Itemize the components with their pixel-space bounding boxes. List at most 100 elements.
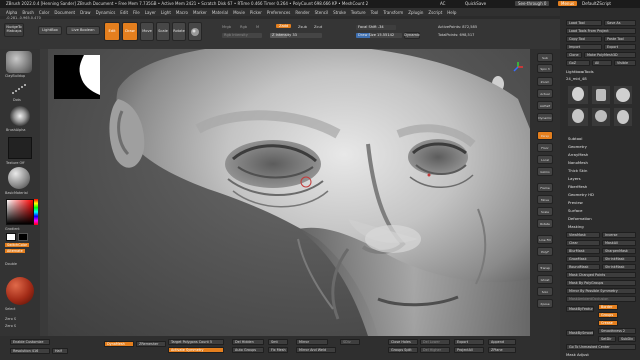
- menu-draw[interactable]: Draw: [80, 10, 90, 15]
- arraymesh-subpalette[interactable]: ArrayMesh: [568, 152, 588, 157]
- scale-button[interactable]: Scale: [156, 22, 170, 41]
- menus-button[interactable]: Menus: [558, 1, 578, 6]
- color-sphere-thumbnail[interactable]: [6, 277, 34, 305]
- strip-transp-button[interactable]: Transp: [537, 263, 553, 272]
- draw-button[interactable]: Draw: [122, 22, 138, 41]
- zremesher-button[interactable]: ZRemesher: [136, 341, 166, 347]
- mirror-symmetry-button[interactable]: Mirror By Possible Symmetry: [566, 288, 636, 294]
- strip-aahalf-button[interactable]: AAHalf: [537, 101, 553, 110]
- menu-edit[interactable]: Edit: [120, 10, 128, 15]
- zsub-toggle[interactable]: Zsub: [298, 25, 307, 29]
- del-lower-button[interactable]: Del Lower: [420, 339, 450, 345]
- see-through-slider[interactable]: See-through 0: [515, 1, 550, 6]
- secondary-color-swatch[interactable]: [18, 233, 28, 241]
- mask-by-polygroups-slider[interactable]: Mask By PolyGroups: [566, 280, 636, 286]
- surface-subpalette[interactable]: Surface: [568, 208, 582, 213]
- texture-thumbnail[interactable]: [8, 137, 32, 159]
- strip-rotate-button[interactable]: Rotate: [537, 219, 553, 228]
- default-script-button[interactable]: DefaultZScript: [582, 1, 611, 6]
- menu-marker[interactable]: Marker: [193, 10, 207, 15]
- menu-help[interactable]: Help: [447, 10, 456, 15]
- geometry-subpalette[interactable]: Geometry: [568, 144, 587, 149]
- clear-mask-button[interactable]: Clear: [566, 240, 600, 246]
- crease-toggle[interactable]: Crease: [598, 320, 618, 326]
- del-higher-button[interactable]: Del Higher: [420, 347, 450, 353]
- half-button[interactable]: Half: [52, 348, 68, 354]
- subdiv-button[interactable]: SubDiv: [618, 336, 636, 342]
- menu-document[interactable]: Document: [54, 10, 75, 15]
- brush-thumbnail[interactable]: [6, 51, 32, 73]
- dynamesh-button[interactable]: DynaMesh: [104, 341, 134, 347]
- make-polymesh-button[interactable]: Make PolyMesh3D: [584, 52, 636, 58]
- mask-ambient-occlusion-button[interactable]: MaskAmbientOcclusion: [566, 296, 636, 302]
- layers-subpalette[interactable]: Layers: [568, 176, 581, 181]
- strip-gizmo-button[interactable]: Gizmo: [537, 167, 553, 176]
- del-hidden-button[interactable]: Del Hidden: [232, 339, 264, 345]
- thickskin-subpalette[interactable]: Thick Skin: [568, 168, 587, 173]
- select-rect-label[interactable]: Select: [5, 307, 15, 311]
- activate-symmetry-button[interactable]: Activate Symmetry: [168, 347, 224, 353]
- strip-scale-button[interactable]: Scale: [537, 207, 553, 216]
- strip-local-button[interactable]: Local: [537, 155, 553, 164]
- z-intensity-slider[interactable]: Z Intensity 33: [270, 33, 322, 38]
- menu-picker[interactable]: Picker: [250, 10, 262, 15]
- lightbox-tools-link[interactable]: Lightbox▸Tools: [566, 69, 594, 74]
- append-button[interactable]: Append: [488, 339, 516, 345]
- move-button[interactable]: Move: [140, 22, 154, 41]
- mrgb-toggle[interactable]: Mrgb: [222, 25, 231, 29]
- menu-brush[interactable]: Brush: [22, 10, 34, 15]
- shrinkmask2-button[interactable]: ShrinkMask: [602, 264, 636, 270]
- copy-tool-button[interactable]: Copy Tool: [566, 36, 602, 42]
- smt-button[interactable]: Smt: [268, 339, 288, 345]
- strip-frame-button[interactable]: Frame: [537, 183, 553, 192]
- material-sphere-icon[interactable]: [188, 22, 202, 41]
- lightbox-button[interactable]: LightBox: [38, 26, 62, 35]
- visible-button[interactable]: Visible: [614, 60, 636, 66]
- mask-changed-points-button[interactable]: Mask Changed Points: [566, 272, 636, 278]
- blurmask-button[interactable]: BlurMask: [566, 248, 600, 254]
- nanomesh-subpalette[interactable]: NanoMesh: [568, 160, 588, 165]
- preview-subpalette[interactable]: Preview: [568, 200, 583, 205]
- stroke-thumbnail[interactable]: [10, 82, 28, 96]
- inverse-button[interactable]: Inverse: [602, 232, 636, 238]
- rgb-intensity-slider[interactable]: Rgb Intensity: [222, 33, 262, 38]
- menu-dynamics[interactable]: Dynamics: [96, 10, 116, 15]
- hue-slider[interactable]: [34, 199, 38, 225]
- canvas-viewport[interactable]: [48, 49, 530, 336]
- menu-color[interactable]: Color: [39, 10, 49, 15]
- go-to-unmasked-center-button[interactable]: Go To Unmasked Center: [566, 344, 636, 350]
- deformation-subpalette[interactable]: Deformation: [568, 216, 592, 221]
- alpha-thumbnail[interactable]: [10, 106, 30, 126]
- sdiv-slider[interactable]: SDiv: [340, 339, 360, 345]
- smoothness-slider[interactable]: Smoothness 2: [598, 328, 636, 334]
- menu-preferences[interactable]: Preferences: [267, 10, 291, 15]
- project-all-button[interactable]: ProjectAll: [454, 347, 484, 353]
- auto-groups-button[interactable]: Auto Groups: [232, 347, 264, 353]
- border-toggle[interactable]: Border: [598, 304, 618, 310]
- nudge-button[interactable]: NudgeTo Matcaps: [4, 23, 24, 37]
- mask-by-feature-button[interactable]: MaskByFeature: [566, 306, 594, 312]
- menu-tool[interactable]: Tool: [371, 10, 379, 15]
- strip-move-button[interactable]: Move: [537, 195, 553, 204]
- fix-mesh-button[interactable]: Fix Mesh: [268, 347, 288, 353]
- menu-texture[interactable]: Texture: [351, 10, 366, 15]
- strip-persp-button[interactable]: Persp: [537, 131, 553, 140]
- shrinkmask-button[interactable]: ShrinkMask: [602, 256, 636, 262]
- focal-shift-slider[interactable]: Focal Shift -34: [356, 25, 396, 30]
- ac-button[interactable]: AC: [440, 1, 445, 6]
- menu-macro[interactable]: Macro: [176, 10, 188, 15]
- import-button[interactable]: Import: [566, 44, 602, 50]
- strip-actual-button[interactable]: Actual: [537, 89, 553, 98]
- menu-light[interactable]: Light: [161, 10, 171, 15]
- paste-tool-button[interactable]: Paste Tool: [604, 36, 636, 42]
- viewmask-button[interactable]: ViewMask: [566, 232, 600, 238]
- strip-ghost-button[interactable]: Ghost: [537, 275, 553, 284]
- menu-render[interactable]: Render: [295, 10, 309, 15]
- export-button[interactable]: Export: [604, 44, 636, 50]
- roundmask-button[interactable]: RoundMask: [566, 264, 600, 270]
- menu-file[interactable]: File: [133, 10, 140, 15]
- color-picker[interactable]: [6, 199, 34, 225]
- zero-s-button[interactable]: Zero S: [5, 317, 16, 321]
- load-tools-from-project-button[interactable]: Load Tools From Project: [566, 28, 636, 34]
- mirror-and-weld-button[interactable]: Mirror And Weld: [296, 347, 336, 353]
